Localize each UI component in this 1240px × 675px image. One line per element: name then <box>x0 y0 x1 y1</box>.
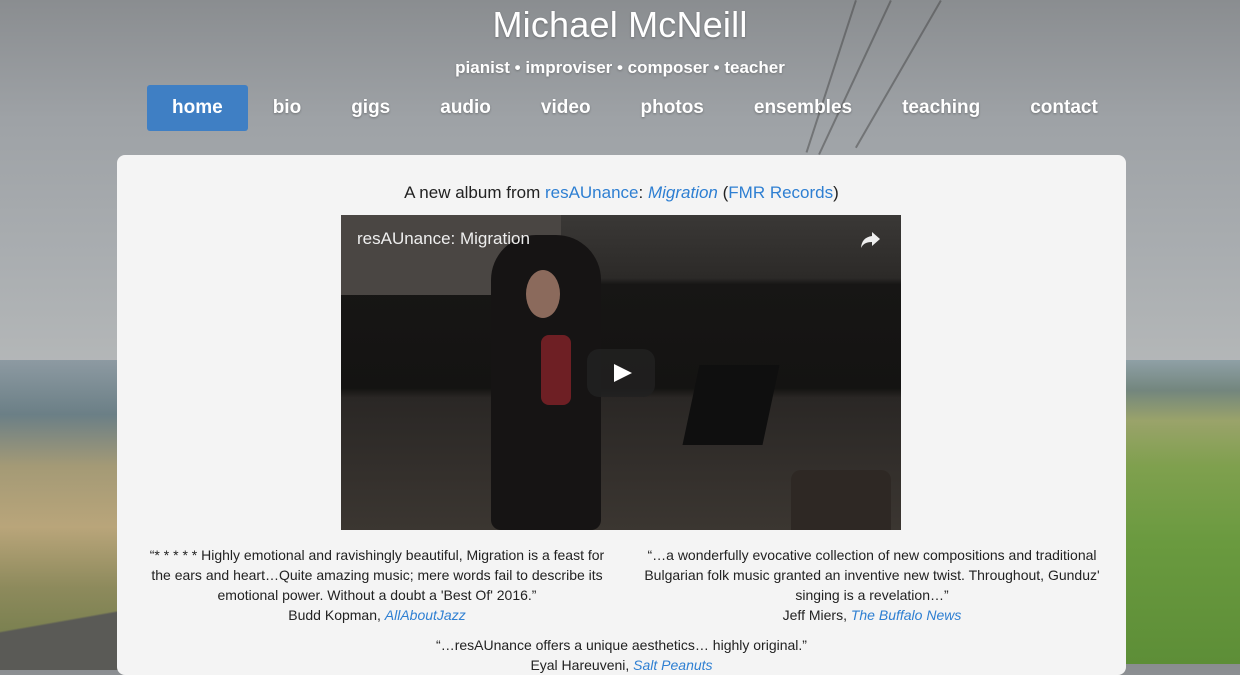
quote-attribution: Budd Kopman, AllAboutJazz <box>142 605 612 625</box>
video-title[interactable]: resAUnance: Migration <box>357 229 530 249</box>
content-panel: A new album from resAUnance: Migration (… <box>117 155 1126 675</box>
video-frame-music-stand <box>682 365 780 445</box>
headline-separator: : <box>638 183 648 202</box>
quote-author: Jeff Miers, <box>782 607 851 623</box>
album-headline: A new album from resAUnance: Migration (… <box>117 183 1126 203</box>
video-player[interactable]: resAUnance: Migration <box>341 215 901 530</box>
video-frame-scarf <box>541 335 571 405</box>
nav-item-gigs[interactable]: gigs <box>326 85 415 131</box>
main-nav: home bio gigs audio video photos ensembl… <box>147 85 1123 131</box>
nav-item-audio[interactable]: audio <box>415 85 516 131</box>
headline-close-paren: ) <box>833 183 839 202</box>
quote-source-link[interactable]: The Buffalo News <box>851 607 962 623</box>
album-link[interactable]: Migration <box>648 183 718 202</box>
quote-attribution: Jeff Miers, The Buffalo News <box>637 605 1107 625</box>
nav-item-ensembles[interactable]: ensembles <box>729 85 877 131</box>
quote-source-link[interactable]: Salt Peanuts <box>633 657 712 673</box>
nav-item-contact[interactable]: contact <box>1005 85 1123 131</box>
quote-text: “* * * * * Highly emotional and ravishin… <box>149 547 605 603</box>
quote-text: “…resAUnance offers a unique aesthetics…… <box>436 637 807 653</box>
site-subtitle: pianist • improviser • composer • teache… <box>455 58 785 77</box>
quote-author: Budd Kopman, <box>288 607 385 623</box>
review-quote: “…a wonderfully evocative collection of … <box>637 545 1107 625</box>
headline-prefix: A new album from <box>404 183 545 202</box>
play-button[interactable] <box>587 349 655 397</box>
nav-item-home[interactable]: home <box>147 85 248 131</box>
quote-attribution: Eyal Hareuveni, Salt Peanuts <box>117 655 1126 675</box>
quote-author: Eyal Hareuveni, <box>530 657 634 673</box>
site-header: Michael McNeill pianist • improviser • c… <box>0 0 1240 78</box>
site-title[interactable]: Michael McNeill <box>0 0 1240 46</box>
play-icon <box>614 364 632 382</box>
nav-item-teaching[interactable]: teaching <box>877 85 1005 131</box>
label-link[interactable]: FMR Records <box>728 183 833 202</box>
artist-link[interactable]: resAUnance <box>545 183 639 202</box>
review-quote: “* * * * * Highly emotional and ravishin… <box>142 545 612 625</box>
background-field-right <box>1122 360 1240 664</box>
share-icon[interactable] <box>857 227 883 253</box>
quote-source-link[interactable]: AllAboutJazz <box>385 607 466 623</box>
background-road <box>0 590 130 670</box>
nav-item-video[interactable]: video <box>516 85 616 131</box>
headline-open-paren: ( <box>717 183 729 202</box>
nav-item-bio[interactable]: bio <box>248 85 327 131</box>
video-frame-chair <box>791 470 891 530</box>
nav-item-photos[interactable]: photos <box>616 85 729 131</box>
quote-text: “…a wonderfully evocative collection of … <box>644 547 1100 603</box>
video-frame-face <box>526 270 560 318</box>
review-quote: “…resAUnance offers a unique aesthetics…… <box>117 635 1126 675</box>
